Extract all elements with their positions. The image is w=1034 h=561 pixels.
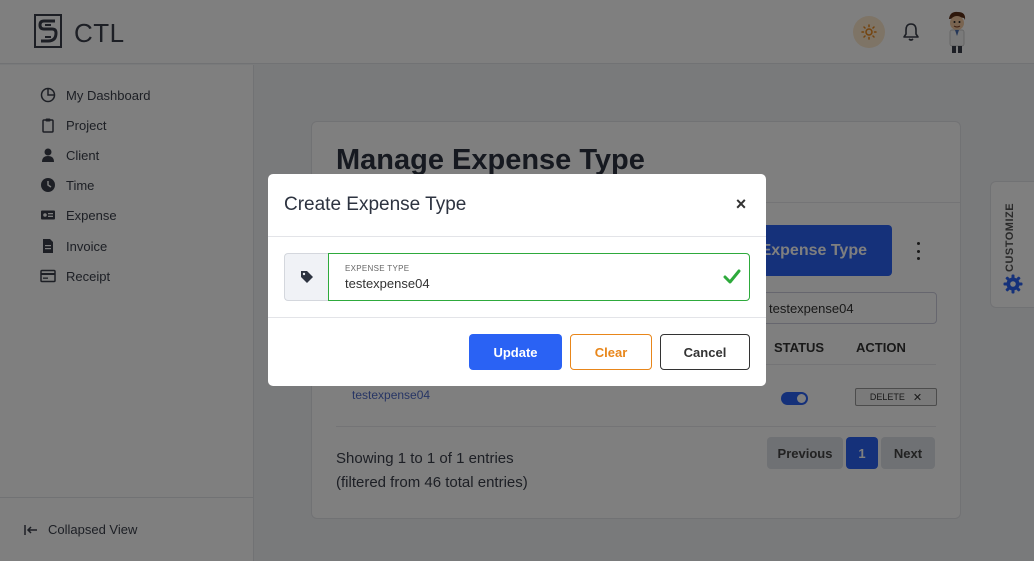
- modal-title: Create Expense Type: [284, 194, 467, 215]
- cancel-button[interactable]: Cancel: [660, 334, 750, 370]
- divider: [268, 317, 766, 318]
- divider: [268, 236, 766, 237]
- clear-button[interactable]: Clear: [570, 334, 652, 370]
- expense-type-input[interactable]: [345, 276, 705, 291]
- expense-type-field[interactable]: EXPENSE TYPE: [328, 253, 750, 301]
- update-button[interactable]: Update: [469, 334, 562, 370]
- tag-icon: [284, 253, 329, 301]
- expense-type-label: EXPENSE TYPE: [345, 264, 410, 273]
- checkmark-icon: [723, 269, 741, 284]
- close-icon[interactable]: ×: [732, 194, 750, 214]
- create-expense-type-modal: Create Expense Type × EXPENSE TYPE Updat…: [268, 174, 766, 386]
